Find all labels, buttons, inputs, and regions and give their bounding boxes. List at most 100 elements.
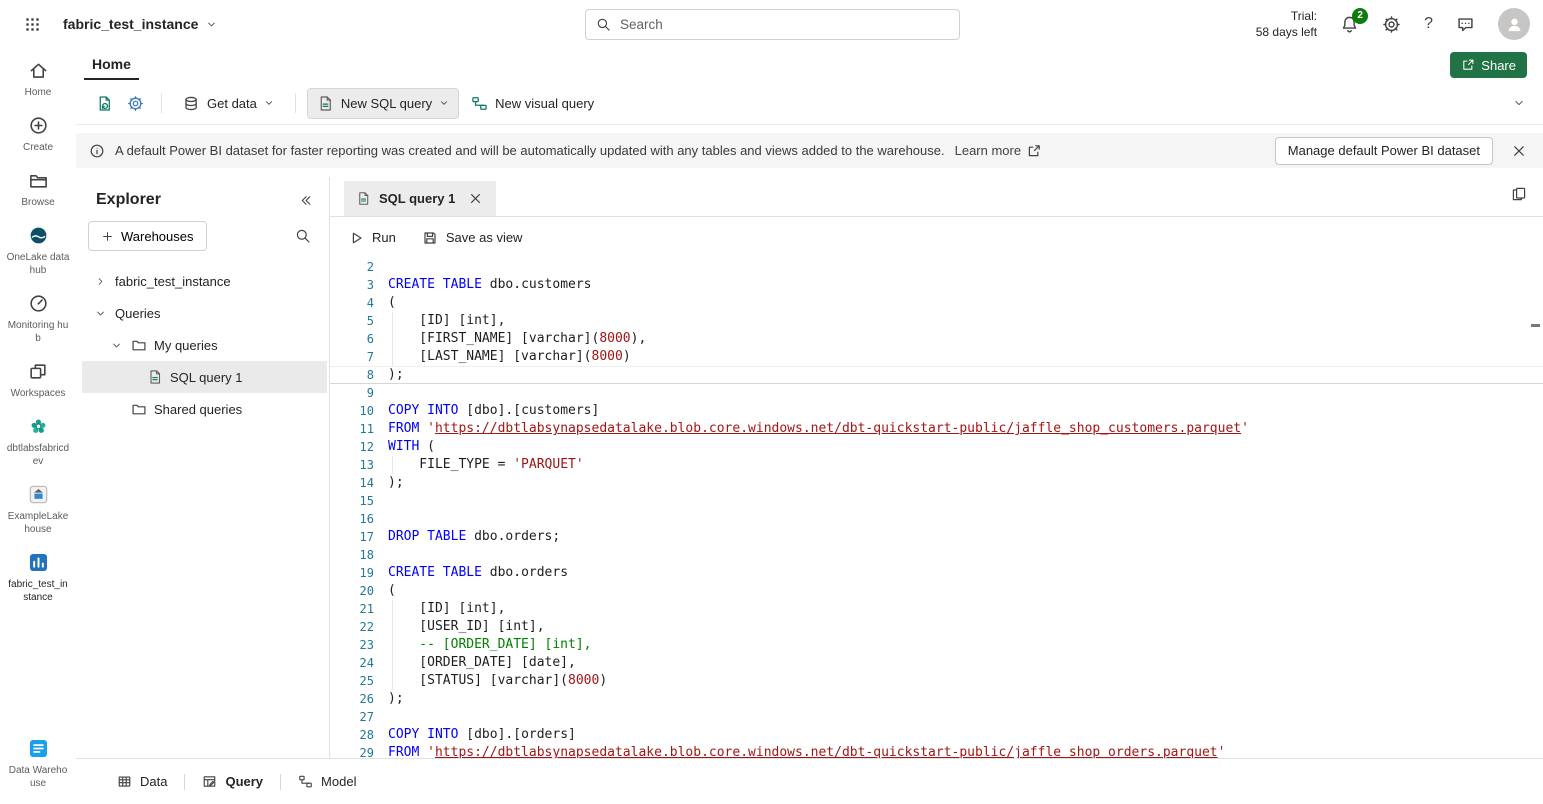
code-line-11[interactable]: 11FROM 'https://dbtlabsynapsedatalake.bl…	[330, 420, 1543, 438]
person-icon	[1505, 15, 1524, 34]
code-line-15[interactable]: 15	[330, 492, 1543, 510]
explorer-title: Explorer	[96, 191, 161, 209]
code-line-20[interactable]: 20(	[330, 582, 1543, 600]
avatar[interactable]	[1498, 8, 1530, 40]
explorer-search-icon[interactable]	[291, 224, 315, 248]
folder-icon	[131, 401, 147, 417]
lakehouse-icon	[28, 484, 49, 505]
rail-item-home[interactable]: Home	[0, 52, 76, 107]
code-line-21[interactable]: 21 [ID] [int],	[330, 600, 1543, 618]
code-line-7[interactable]: 7 [LAST_NAME] [varchar](8000)	[330, 348, 1543, 366]
tab-home[interactable]: Home	[84, 51, 139, 80]
code-line-27[interactable]: 27	[330, 708, 1543, 726]
workspace-switcher[interactable]: fabric_test_instance	[63, 16, 217, 32]
bottom-tab-query[interactable]: Query	[185, 759, 280, 804]
warehouse-settings-icon[interactable]	[121, 89, 150, 118]
code-line-17[interactable]: 17DROP TABLE dbo.orders;	[330, 528, 1543, 546]
waffle-menu-icon[interactable]	[24, 16, 41, 33]
trial-status[interactable]: Trial: 58 days left	[1256, 8, 1317, 40]
document-refresh-icon[interactable]	[90, 89, 119, 118]
new-visual-query-button[interactable]: New visual query	[461, 88, 604, 119]
chevron-down-icon[interactable]	[108, 340, 124, 351]
code-line-8[interactable]: 8);	[330, 366, 1543, 384]
feedback-icon[interactable]	[1456, 15, 1475, 34]
new-sql-query-button[interactable]: New SQL query	[307, 88, 459, 119]
settings-gear-icon[interactable]	[1382, 15, 1401, 34]
topbar: fabric_test_instance Search Trial: 58 da…	[0, 0, 1543, 48]
code-line-25[interactable]: 25 [STATUS] [varchar](8000)	[330, 672, 1543, 690]
code-line-9[interactable]: 9	[330, 384, 1543, 402]
rail-item-examplelakehouse[interactable]: ExampleLakehouse	[0, 476, 76, 544]
share-button[interactable]: Share	[1450, 52, 1527, 78]
tree-item-shared-queries[interactable]: Shared queries	[82, 393, 327, 425]
notification-badge: 2	[1352, 8, 1368, 24]
code-line-2[interactable]: 2	[330, 258, 1543, 276]
manage-default-dataset-button[interactable]: Manage default Power BI dataset	[1275, 137, 1493, 165]
bottom-tab-model[interactable]: Model	[281, 759, 373, 804]
code-line-23[interactable]: 23 -- [ORDER_DATE] [int],	[330, 636, 1543, 654]
tree-item-sql-query-1[interactable]: SQL query 1	[82, 361, 327, 393]
tree-item-my-queries[interactable]: My queries	[82, 329, 327, 361]
rail-item-label: Workspaces	[11, 387, 66, 400]
line-number: 4	[330, 294, 374, 312]
close-tab-icon[interactable]	[463, 188, 488, 209]
sql-editor[interactable]: 23CREATE TABLE dbo.customers4(5 [ID] [in…	[330, 258, 1543, 758]
banner-close-icon[interactable]	[1507, 139, 1531, 163]
bottom-tab-data[interactable]: Data	[100, 759, 184, 804]
code-line-12[interactable]: 12WITH (	[330, 438, 1543, 456]
get-data-button[interactable]: Get data	[173, 88, 284, 119]
chevron-down-icon[interactable]	[92, 308, 108, 319]
monitoring-icon	[28, 293, 49, 314]
code-line-16[interactable]: 16	[330, 510, 1543, 528]
line-number: 22	[330, 618, 374, 636]
code-line-19[interactable]: 19CREATE TABLE dbo.orders	[330, 564, 1543, 582]
editor-tab-sql-query-1[interactable]: SQL query 1	[344, 181, 496, 216]
rail-item-label: Data Warehouse	[6, 764, 70, 790]
rail-item-onelake-data-hub[interactable]: OneLake data hub	[0, 217, 76, 285]
code-line-13[interactable]: 13 FILE_TYPE = 'PARQUET'	[330, 456, 1543, 474]
rail-item-workspaces[interactable]: Workspaces	[0, 353, 76, 408]
code-line-18[interactable]: 18	[330, 546, 1543, 564]
line-number: 13	[330, 456, 374, 474]
code-line-22[interactable]: 22 [USER_ID] [int],	[330, 618, 1543, 636]
code-line-14[interactable]: 14);	[330, 474, 1543, 492]
collapse-explorer-icon[interactable]	[298, 193, 313, 208]
code-line-6[interactable]: 6 [FIRST_NAME] [varchar](8000),	[330, 330, 1543, 348]
ribbon-collapse-icon[interactable]	[1513, 97, 1525, 109]
save-as-view-button[interactable]: Save as view	[422, 230, 523, 246]
code-line-29[interactable]: 29FROM 'https://dbtlabsynapsedatalake.bl…	[330, 744, 1543, 758]
run-button[interactable]: Run	[348, 230, 396, 246]
code-line-24[interactable]: 24 [ORDER_DATE] [date],	[330, 654, 1543, 672]
code-line-10[interactable]: 10COPY INTO [dbo].[customers]	[330, 402, 1543, 420]
tree-item-fabric-test-instance[interactable]: fabric_test_instance	[82, 265, 327, 297]
chevron-right-icon[interactable]	[92, 276, 108, 287]
rail-item-data-warehouse[interactable]: Data Warehouse	[0, 730, 76, 798]
tree-item-queries[interactable]: Queries	[82, 297, 327, 329]
code-line-26[interactable]: 26);	[330, 690, 1543, 708]
line-number: 27	[330, 708, 374, 726]
scrollbar-marker[interactable]	[1531, 324, 1540, 327]
search-input[interactable]: Search	[585, 9, 960, 40]
learn-more-link[interactable]: Learn more	[955, 143, 1042, 159]
workspace-flower-icon	[28, 416, 49, 437]
rail-item-monitoring-hub[interactable]: Monitoring hub	[0, 285, 76, 353]
chevron-down-icon	[439, 98, 449, 108]
help-icon[interactable]: ?	[1424, 15, 1433, 33]
line-number: 10	[330, 402, 374, 420]
sql-file-icon	[317, 95, 334, 112]
line-number: 2	[330, 258, 374, 276]
external-link-icon	[1026, 143, 1042, 159]
rail-item-browse[interactable]: Browse	[0, 162, 76, 217]
code-line-5[interactable]: 5 [ID] [int],	[330, 312, 1543, 330]
copy-icon[interactable]	[1511, 186, 1527, 202]
nav-rail-items: HomeCreateBrowseOneLake data hubMonitori…	[0, 52, 76, 612]
rail-item-fabric-test-instance[interactable]: fabric_test_instance	[0, 544, 76, 612]
code-line-28[interactable]: 28COPY INTO [dbo].[orders]	[330, 726, 1543, 744]
code-line-4[interactable]: 4(	[330, 294, 1543, 312]
code-line-3[interactable]: 3CREATE TABLE dbo.customers	[330, 276, 1543, 294]
notifications-button[interactable]: 2	[1340, 15, 1359, 34]
rail-item-create[interactable]: Create	[0, 107, 76, 162]
rail-item-dbtlabsfabricdev[interactable]: dbtlabsfabricdev	[0, 408, 76, 476]
line-number: 21	[330, 600, 374, 618]
add-warehouses-button[interactable]: Warehouses	[88, 221, 207, 251]
